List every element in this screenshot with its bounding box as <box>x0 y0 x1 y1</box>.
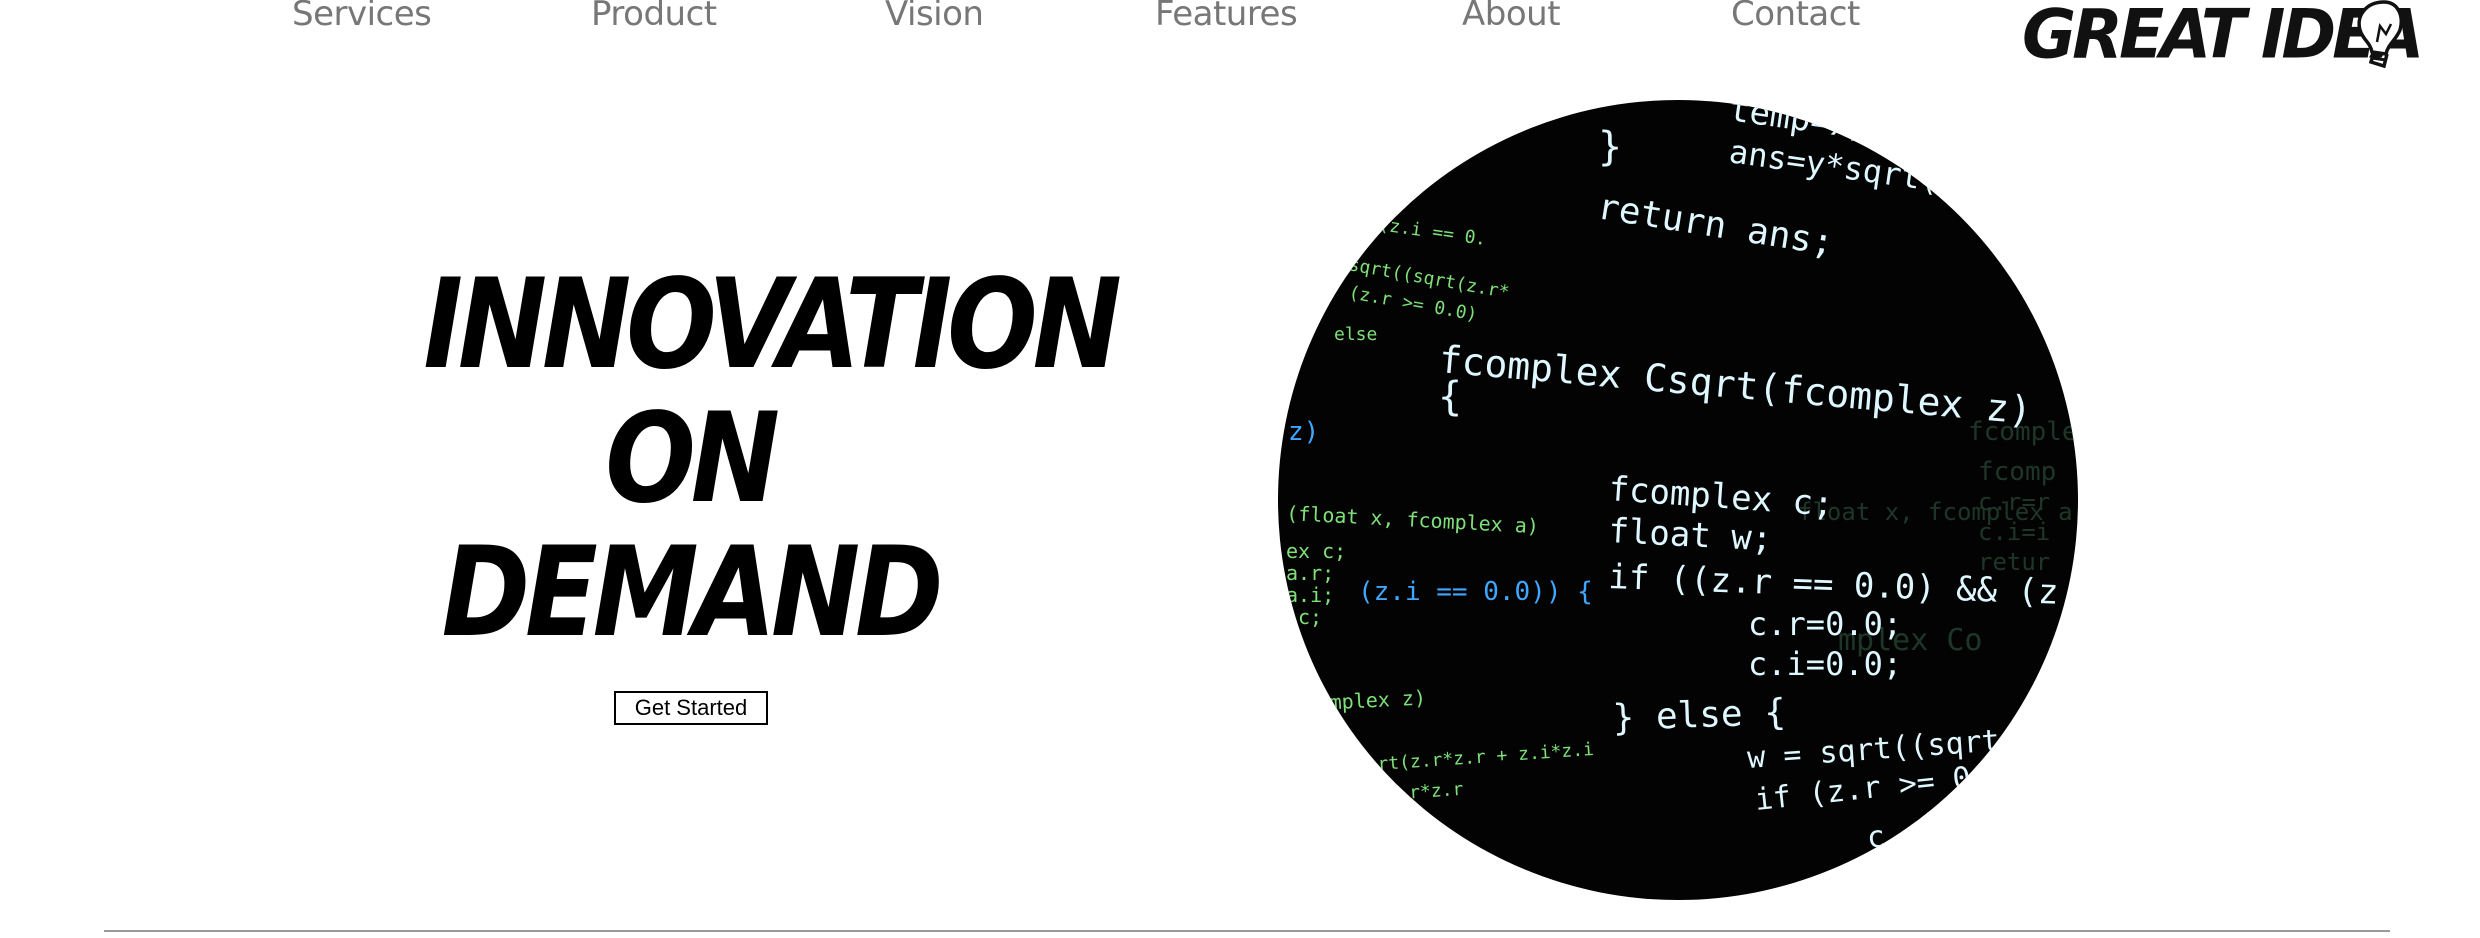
code-line: return ans; <box>1595 186 1837 264</box>
top-navigation: Services Product Vision Features About C… <box>0 0 2480 80</box>
code-blue-text: (z.i == 0.0)) { <box>1358 577 1593 607</box>
code-line: c.i=0.0; <box>1748 645 1902 683</box>
nav-link-product[interactable]: Product <box>591 0 717 34</box>
code-blue-text: z) <box>1288 417 1319 447</box>
nav-link-features[interactable]: Features <box>1155 0 1298 34</box>
code-line: float w; <box>1608 511 1774 560</box>
section-divider <box>104 930 2390 932</box>
code-image-svg: fcomplex Comp fcomp c.r=r c.i=i retur fl… <box>1286 100 2078 856</box>
code-green-text: (z.i == 0. <box>1377 214 1487 250</box>
nav-link-about[interactable]: About <box>1462 0 1561 34</box>
code-green-text: c; <box>1298 605 1322 629</box>
hero-title: INNOVATION ON DEMAND <box>423 253 1122 665</box>
lightbulb-icon <box>2357 0 2403 69</box>
code-green-text: omplex z) <box>1317 685 1426 715</box>
code-green-text: (float x, fcomplex a) <box>1286 501 1540 538</box>
code-green-text: rt(z.r*z.r + z.i*z.i <box>1377 739 1595 775</box>
code-dim-text: float x, fcomplex a <box>1798 498 2073 526</box>
nav-link-contact[interactable]: Contact <box>1731 0 1860 34</box>
code-line: } else { <box>1612 692 1787 739</box>
hero-title-line-1: INNOVATION <box>423 253 1122 397</box>
code-line: fcomplex Csqrt(fcomplex z) <box>1437 337 2033 433</box>
nav-link-vision[interactable]: Vision <box>885 0 984 34</box>
code-line: c.r=0.0; <box>1748 605 1902 643</box>
code-green-text: ex c; <box>1286 539 1346 563</box>
code-line: } <box>1598 124 1622 170</box>
code-green-text: a.r; <box>1286 561 1334 585</box>
code-green-text: else <box>1334 324 1377 345</box>
nav-link-services[interactable]: Services <box>292 0 432 34</box>
code-line: c.r <box>1865 815 1923 855</box>
site-logo[interactable]: GREAT IDEA <box>2022 0 2442 76</box>
get-started-button[interactable]: Get Started <box>614 691 768 725</box>
code-image: fcomplex Comp fcomp c.r=r c.i=i retur fl… <box>1278 100 2078 900</box>
code-green-text: z.r*z.r <box>1387 779 1464 805</box>
code-green-text: a.i; <box>1286 583 1334 607</box>
hero-title-line-2: ON <box>605 387 780 531</box>
code-dim-text: fcomp <box>1978 457 2056 487</box>
code-line: { <box>1438 374 1462 420</box>
hero-title-line-3: DEMAND <box>441 521 944 665</box>
